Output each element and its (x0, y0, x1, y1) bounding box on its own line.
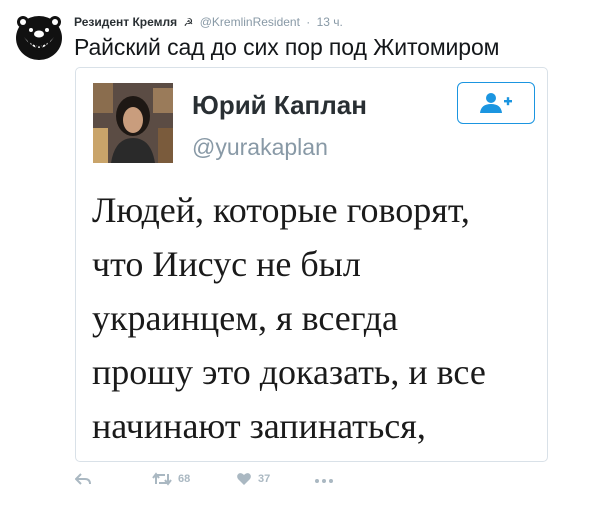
embedded-line: мямлить, глазки опускать (92, 453, 542, 461)
tweet-header: Резидент Кремля ☭ @KremlinResident · 13 … (74, 15, 343, 29)
bear-logo-icon (16, 16, 62, 60)
like-count: 37 (258, 473, 271, 485)
person-photo-icon (93, 83, 173, 163)
retweet-button[interactable]: 68 (152, 472, 190, 486)
retweet-icon (152, 472, 172, 486)
like-button[interactable]: 37 (236, 472, 270, 486)
embedded-line: начинают запинаться, (92, 406, 426, 446)
embedded-author-handle: @yurakaplan (192, 134, 328, 160)
embedded-line: что Иисус не был (92, 244, 361, 284)
retweet-count: 68 (178, 473, 191, 485)
author-handle[interactable]: @KremlinResident (200, 15, 300, 29)
embedded-tweet-body: Людей, которые говорят, что Иисус не был… (92, 183, 542, 461)
reply-icon (75, 473, 91, 485)
tweet-actions: 68 37 (75, 472, 375, 496)
author-name[interactable]: Резидент Кремля (74, 15, 177, 29)
author-avatar[interactable] (14, 13, 64, 63)
heart-icon (237, 473, 251, 485)
embedded-author-name: Юрий Каплан (192, 90, 367, 120)
follow-user-plus-icon (480, 93, 512, 113)
more-button[interactable] (314, 478, 334, 484)
embedded-tweet-card[interactable]: Юрий Каплан @yurakaplan Людей, которые г… (75, 67, 548, 462)
meta-separator: · (306, 15, 311, 29)
follow-button[interactable] (457, 82, 535, 124)
more-icon (315, 479, 333, 483)
embedded-line: украинцем, я всегда (92, 298, 399, 338)
embedded-avatar (93, 83, 173, 163)
tweet-text: Райский сад до сих пор под Житомиром (74, 34, 500, 60)
tweet-timestamp[interactable]: 13 ч. (317, 15, 343, 29)
embedded-line: Людей, которые говорят, (92, 190, 470, 230)
reply-button[interactable] (75, 472, 91, 486)
embedded-line: прошу это доказать, и все (92, 352, 486, 392)
hammer-sickle-icon: ☭ (183, 17, 194, 29)
